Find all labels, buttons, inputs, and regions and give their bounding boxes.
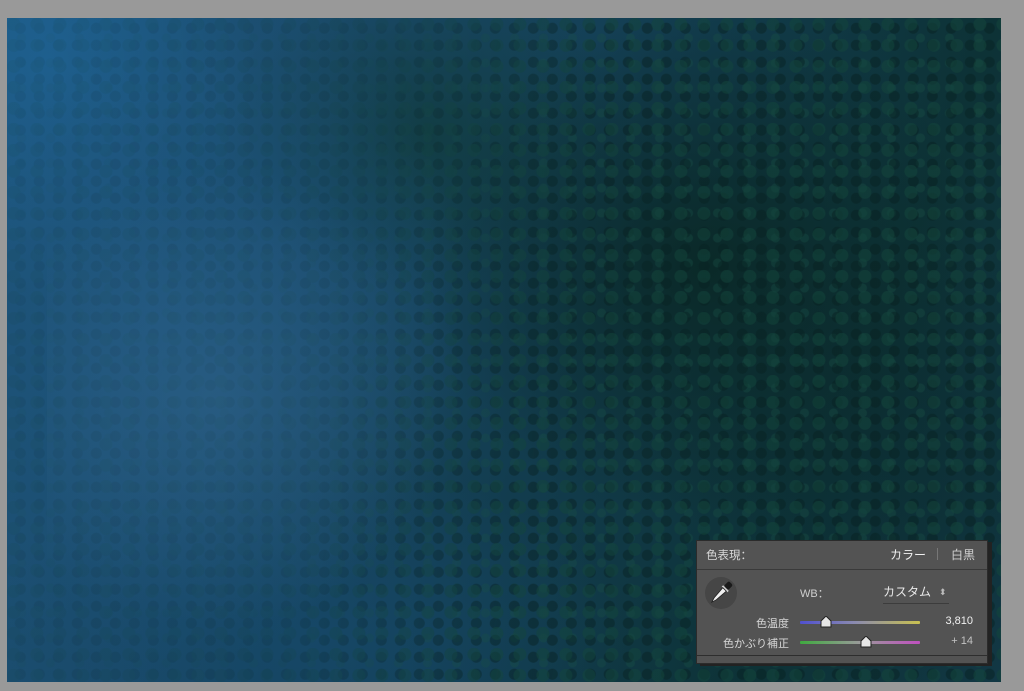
- temp-slider-thumb[interactable]: [820, 616, 832, 628]
- fog-overlay: [47, 168, 467, 628]
- treatment-bw-button[interactable]: 白黒: [951, 546, 975, 563]
- panel-divider: [697, 655, 987, 656]
- eyedropper-icon: [710, 581, 733, 604]
- basic-develop-panel: 色表現： カラー 白黒 WB： カスタム ⬍ 色温度 3,810 色かぶり補正 +…: [696, 540, 988, 664]
- treatment-row: 色表現： カラー 白黒: [697, 541, 987, 570]
- wb-select-value: カスタム: [883, 585, 932, 599]
- tint-label: 色かぶり補正: [723, 638, 789, 650]
- treatment-separator: [937, 548, 938, 560]
- temp-label: 色温度: [756, 618, 789, 630]
- tint-slider-thumb[interactable]: [860, 636, 872, 648]
- temp-slider-track[interactable]: [800, 621, 920, 624]
- wb-select[interactable]: カスタム ⬍: [883, 583, 947, 600]
- tint-value[interactable]: + 14: [929, 635, 973, 647]
- treatment-color-button[interactable]: カラー: [890, 546, 926, 563]
- wb-label: WB：: [800, 588, 829, 600]
- temp-value[interactable]: 3,810: [929, 615, 973, 627]
- wb-picker-button[interactable]: [705, 577, 737, 609]
- wb-divider: [883, 603, 949, 604]
- treatment-label: 色表現：: [706, 550, 752, 562]
- up-down-arrows-icon: ⬍: [939, 587, 947, 597]
